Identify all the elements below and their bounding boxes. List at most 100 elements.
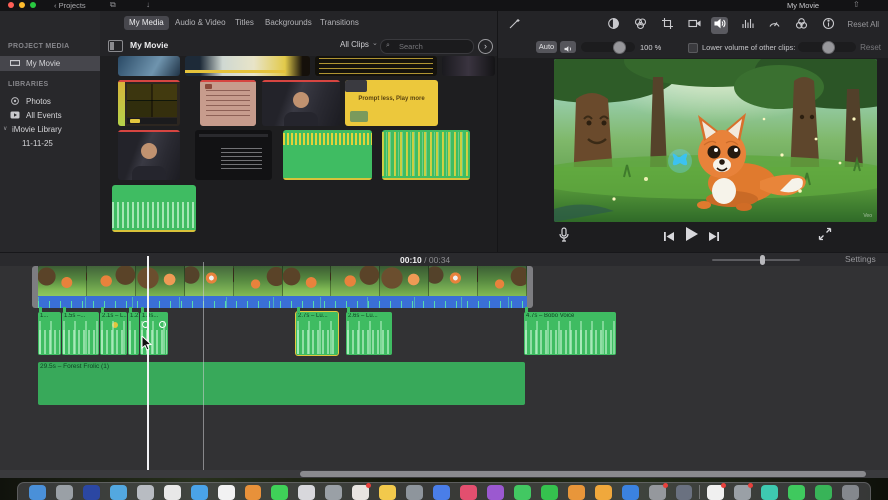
dock-icon[interactable] [815, 485, 833, 500]
download-arrow-icon[interactable]: ↓ [146, 1, 150, 9]
dock-icon[interactable] [675, 485, 693, 500]
timeline-zoom-slider[interactable] [712, 255, 800, 265]
timeline[interactable]: 1... 1.5s –... 2.1s – L... 1.2... 1.8s..… [0, 256, 888, 478]
minimize-window-button[interactable] [19, 2, 25, 8]
dock[interactable] [17, 482, 871, 500]
timeline-settings-button[interactable]: Settings [845, 254, 876, 264]
dock-icon[interactable] [513, 485, 531, 500]
sidebar-item-my-movie[interactable]: My Movie [0, 56, 100, 71]
media-thumbnail-terminal[interactable] [195, 130, 272, 180]
media-thumbnail-webcam[interactable] [262, 80, 340, 126]
media-thumbnail-audio[interactable] [112, 185, 196, 232]
scrollbar-thumb[interactable] [300, 471, 866, 477]
sidebar-item-all-events[interactable]: All Events [0, 108, 100, 123]
dock-icon[interactable] [325, 485, 343, 500]
media-thumbnail[interactable] [185, 56, 310, 76]
dock-icon[interactable] [298, 485, 316, 500]
search-field[interactable]: ⌕ [380, 39, 474, 54]
lower-volume-checkbox[interactable] [688, 43, 698, 53]
video-preview[interactable]: Veo [554, 59, 877, 222]
noise-reduction-icon[interactable] [739, 17, 756, 34]
audio-clip[interactable]: 1.5s –... [62, 307, 99, 355]
media-thumbnail[interactable] [315, 56, 437, 76]
media-thumbnail-audio[interactable] [382, 130, 470, 180]
zoom-slider-thumb[interactable] [760, 255, 765, 265]
clip-appearance-button[interactable]: › [478, 39, 493, 54]
dock-icon[interactable] [136, 485, 154, 500]
dock-icon[interactable] [55, 485, 73, 500]
video-clip-audio-waveform[interactable] [38, 296, 527, 309]
reset-all-button[interactable]: Reset All [847, 20, 879, 29]
fullscreen-icon[interactable] [818, 227, 832, 246]
dock-icon[interactable] [109, 485, 127, 500]
dock-icon[interactable] [271, 485, 289, 500]
enhance-wand-icon[interactable] [506, 17, 523, 34]
media-thumbnail-webcam[interactable] [118, 130, 180, 180]
next-frame-button[interactable] [708, 229, 720, 247]
dock-icon[interactable] [707, 483, 727, 500]
search-input[interactable] [397, 40, 471, 53]
color-balance-icon[interactable] [605, 17, 622, 34]
dock-icon[interactable] [379, 485, 397, 500]
dock-icon[interactable] [163, 485, 181, 500]
clip-trim-handle[interactable] [527, 266, 533, 308]
share-icon[interactable]: ⇧ [853, 1, 860, 9]
dock-icon[interactable] [29, 485, 46, 500]
previous-frame-button[interactable] [663, 229, 675, 247]
dock-icon[interactable] [540, 485, 558, 500]
volume-slider[interactable] [581, 41, 635, 54]
media-thumbnail-slide[interactable]: Prompt less, Play more [345, 80, 438, 126]
audio-clip[interactable]: 1.2... [128, 307, 140, 355]
stabilization-icon[interactable] [686, 17, 703, 34]
play-button[interactable] [684, 226, 699, 247]
zoom-window-button[interactable] [30, 2, 36, 8]
audio-clip[interactable]: 4.7s – Bobo Voice [524, 307, 616, 355]
audio-clip-selected[interactable]: 2.7s – Lu... [295, 307, 339, 356]
dock-icon[interactable] [648, 483, 668, 500]
dock-icon[interactable] [433, 485, 450, 500]
mute-button[interactable] [560, 41, 576, 53]
dock-icon[interactable] [486, 485, 504, 500]
audio-clip[interactable]: 1... [38, 307, 61, 355]
dock-icon[interactable] [788, 485, 806, 500]
import-media-icon[interactable]: ⧉ [110, 1, 116, 9]
media-thumbnail-notes[interactable] [200, 80, 256, 126]
lower-volume-slider[interactable] [798, 41, 856, 54]
sidebar-item-imovie-library[interactable]: ∨ iMovie Library [0, 122, 100, 137]
media-thumbnail-audio[interactable] [283, 130, 372, 180]
sidebar-item-event-11-11-25[interactable]: 11-11-25 [0, 136, 100, 151]
voiceover-mic-icon[interactable] [558, 227, 570, 248]
media-thumbnail[interactable] [118, 56, 180, 76]
media-thumbnail-fox-video[interactable] [118, 80, 180, 126]
dock-icon[interactable] [244, 485, 262, 500]
close-window-button[interactable] [8, 2, 14, 8]
clip-filter-dropdown[interactable]: All Clips [340, 40, 369, 49]
tab-my-media[interactable]: My Media [124, 16, 169, 30]
dock-icon[interactable] [761, 485, 779, 500]
crop-icon[interactable] [659, 17, 676, 34]
back-to-projects-button[interactable]: ‹ Projects [54, 1, 86, 10]
dock-icon[interactable] [842, 485, 860, 500]
sidebar-toggle-icon[interactable] [108, 40, 123, 52]
color-correction-icon[interactable] [632, 17, 649, 34]
playhead[interactable] [147, 256, 149, 470]
tab-backgrounds[interactable]: Backgrounds [260, 16, 317, 30]
tab-audio-video[interactable]: Audio & Video [170, 16, 231, 30]
tab-transitions[interactable]: Transitions [315, 16, 364, 30]
horizontal-scrollbar[interactable] [0, 470, 888, 478]
clip-filter-icon[interactable] [793, 17, 810, 34]
speed-icon[interactable] [766, 17, 783, 34]
reset-button[interactable]: Reset [860, 43, 881, 52]
dock-icon[interactable] [217, 485, 235, 500]
volume-icon[interactable] [711, 17, 728, 34]
audio-clip[interactable]: 2.6s – Lu... [346, 307, 392, 355]
dock-icon[interactable] [621, 485, 639, 500]
chevron-down-icon[interactable]: ∨ [3, 122, 7, 137]
video-clip-filmstrip[interactable] [38, 266, 527, 296]
media-thumbnail[interactable] [442, 56, 495, 76]
filter-chevron-icon[interactable]: ⌄ [372, 39, 378, 47]
dock-icon[interactable] [460, 485, 477, 500]
dock-icon[interactable] [406, 485, 424, 500]
dock-icon[interactable] [190, 485, 208, 500]
dock-icon[interactable] [567, 485, 585, 500]
